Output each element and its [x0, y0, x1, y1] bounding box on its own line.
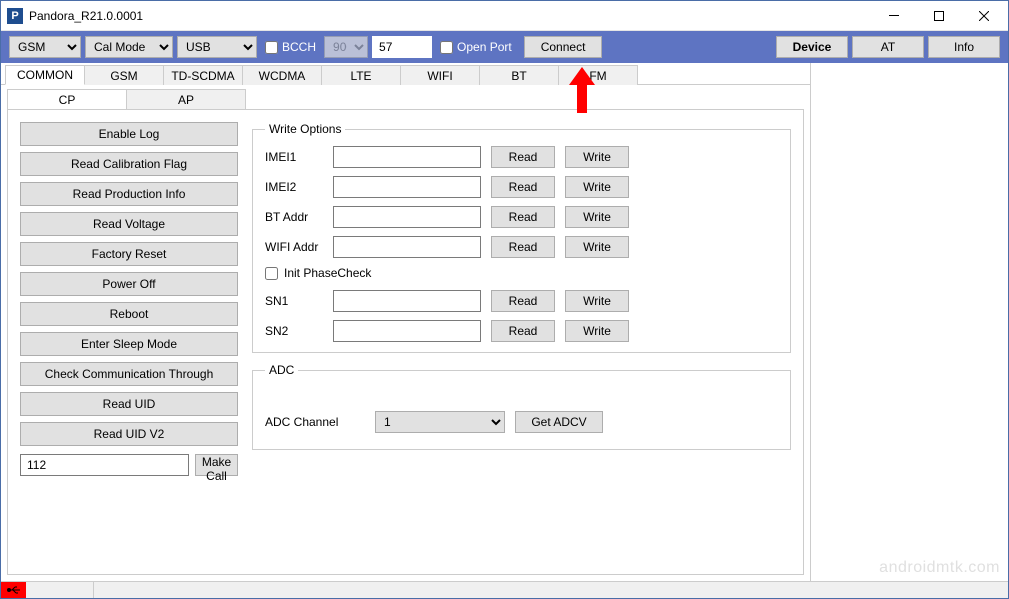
tab-wifi[interactable]: WIFI [400, 65, 480, 85]
info-button[interactable]: Info [928, 36, 1000, 58]
title-bar: P Pandora_R21.0.0001 [1, 1, 1008, 31]
bt-addr-label: BT Addr [265, 210, 323, 224]
cp-panel: Enable Log Read Calibration Flag Read Pr… [7, 109, 804, 575]
mode-select[interactable]: GSM [9, 36, 81, 58]
status-bar [1, 581, 1008, 598]
sub-tabs: CP AP [7, 87, 804, 109]
imei1-read-button[interactable]: Read [491, 146, 555, 168]
wifi-addr-write-button[interactable]: Write [565, 236, 629, 258]
sn2-read-button[interactable]: Read [491, 320, 555, 342]
status-cell-1 [26, 582, 94, 598]
connect-button[interactable]: Connect [524, 36, 603, 58]
bcch-checkbox-wrap[interactable]: BCCH [265, 40, 316, 54]
sn1-input[interactable] [333, 290, 481, 312]
open-port-checkbox-wrap[interactable]: Open Port [440, 40, 512, 54]
bt-addr-input[interactable] [333, 206, 481, 228]
imei2-input[interactable] [333, 176, 481, 198]
check-communication-button[interactable]: Check Communication Through [20, 362, 238, 386]
imei1-input[interactable] [333, 146, 481, 168]
init-phasecheck-checkbox[interactable] [265, 267, 278, 280]
reboot-button[interactable]: Reboot [20, 302, 238, 326]
tab-fm[interactable]: FM [558, 65, 638, 85]
sn1-write-button[interactable]: Write [565, 290, 629, 312]
minimize-button[interactable] [871, 2, 916, 30]
device-button[interactable]: Device [776, 36, 848, 58]
call-number-input[interactable] [20, 454, 189, 476]
adc-group: ADC ADC Channel 1 Get ADCV [252, 363, 791, 450]
action-buttons-column: Enable Log Read Calibration Flag Read Pr… [20, 122, 238, 562]
imei1-write-button[interactable]: Write [565, 146, 629, 168]
wifi-addr-label: WIFI Addr [265, 240, 323, 254]
window-title: Pandora_R21.0.0001 [29, 9, 871, 23]
bcch-value-select: 900 [324, 36, 368, 58]
open-port-checkbox[interactable] [440, 41, 453, 54]
imei2-write-button[interactable]: Write [565, 176, 629, 198]
open-port-label: Open Port [457, 40, 512, 54]
adc-legend: ADC [265, 363, 298, 377]
log-panel: androidmtk.com [811, 63, 1008, 581]
maximize-button[interactable] [916, 2, 961, 30]
sn1-label: SN1 [265, 294, 323, 308]
tab-ap[interactable]: AP [126, 89, 246, 109]
wifi-addr-read-button[interactable]: Read [491, 236, 555, 258]
close-button[interactable] [961, 2, 1006, 30]
bcch-label: BCCH [282, 40, 316, 54]
bt-addr-write-button[interactable]: Write [565, 206, 629, 228]
read-calibration-flag-button[interactable]: Read Calibration Flag [20, 152, 238, 176]
tab-common[interactable]: COMMON [5, 65, 85, 85]
port-input[interactable] [372, 36, 432, 58]
tab-tdscdma[interactable]: TD-SCDMA [163, 65, 243, 85]
protocol-tabs: COMMON GSM TD-SCDMA WCDMA LTE WIFI BT FM [1, 63, 810, 85]
tab-lte[interactable]: LTE [321, 65, 401, 85]
watermark: androidmtk.com [879, 559, 1000, 577]
get-adcv-button[interactable]: Get ADCV [515, 411, 603, 433]
left-panel: COMMON GSM TD-SCDMA WCDMA LTE WIFI BT FM… [1, 63, 811, 581]
main-area: COMMON GSM TD-SCDMA WCDMA LTE WIFI BT FM… [1, 63, 1008, 581]
bcch-checkbox[interactable] [265, 41, 278, 54]
read-voltage-button[interactable]: Read Voltage [20, 212, 238, 236]
write-options-legend: Write Options [265, 122, 345, 136]
bt-addr-read-button[interactable]: Read [491, 206, 555, 228]
tab-bt[interactable]: BT [479, 65, 559, 85]
right-groups: Write Options IMEI1 Read Write IMEI2 Rea… [252, 122, 791, 562]
tab-wcdma[interactable]: WCDMA [242, 65, 322, 85]
write-options-group: Write Options IMEI1 Read Write IMEI2 Rea… [252, 122, 791, 353]
enable-log-button[interactable]: Enable Log [20, 122, 238, 146]
make-call-button[interactable]: Make Call [195, 454, 238, 476]
cal-mode-select[interactable]: Cal Mode [85, 36, 173, 58]
sn2-label: SN2 [265, 324, 323, 338]
adc-channel-select[interactable]: 1 [375, 411, 505, 433]
app-icon: P [7, 8, 23, 24]
tab-gsm[interactable]: GSM [84, 65, 164, 85]
read-uid-v2-button[interactable]: Read UID V2 [20, 422, 238, 446]
imei2-read-button[interactable]: Read [491, 176, 555, 198]
tab-cp[interactable]: CP [7, 89, 127, 109]
factory-reset-button[interactable]: Factory Reset [20, 242, 238, 266]
imei1-label: IMEI1 [265, 150, 323, 164]
toolbar: GSM Cal Mode USB BCCH 900 Open Port Conn… [1, 31, 1008, 63]
power-off-button[interactable]: Power Off [20, 272, 238, 296]
enter-sleep-mode-button[interactable]: Enter Sleep Mode [20, 332, 238, 356]
sn2-write-button[interactable]: Write [565, 320, 629, 342]
init-phasecheck-label: Init PhaseCheck [284, 266, 371, 280]
usb-status-icon [1, 582, 26, 598]
imei2-label: IMEI2 [265, 180, 323, 194]
sn2-input[interactable] [333, 320, 481, 342]
adc-channel-label: ADC Channel [265, 415, 365, 429]
wifi-addr-input[interactable] [333, 236, 481, 258]
tab-content: CP AP Enable Log Read Calibration Flag R… [1, 85, 810, 581]
sn1-read-button[interactable]: Read [491, 290, 555, 312]
connection-select[interactable]: USB [177, 36, 257, 58]
read-uid-button[interactable]: Read UID [20, 392, 238, 416]
at-button[interactable]: AT [852, 36, 924, 58]
read-production-info-button[interactable]: Read Production Info [20, 182, 238, 206]
